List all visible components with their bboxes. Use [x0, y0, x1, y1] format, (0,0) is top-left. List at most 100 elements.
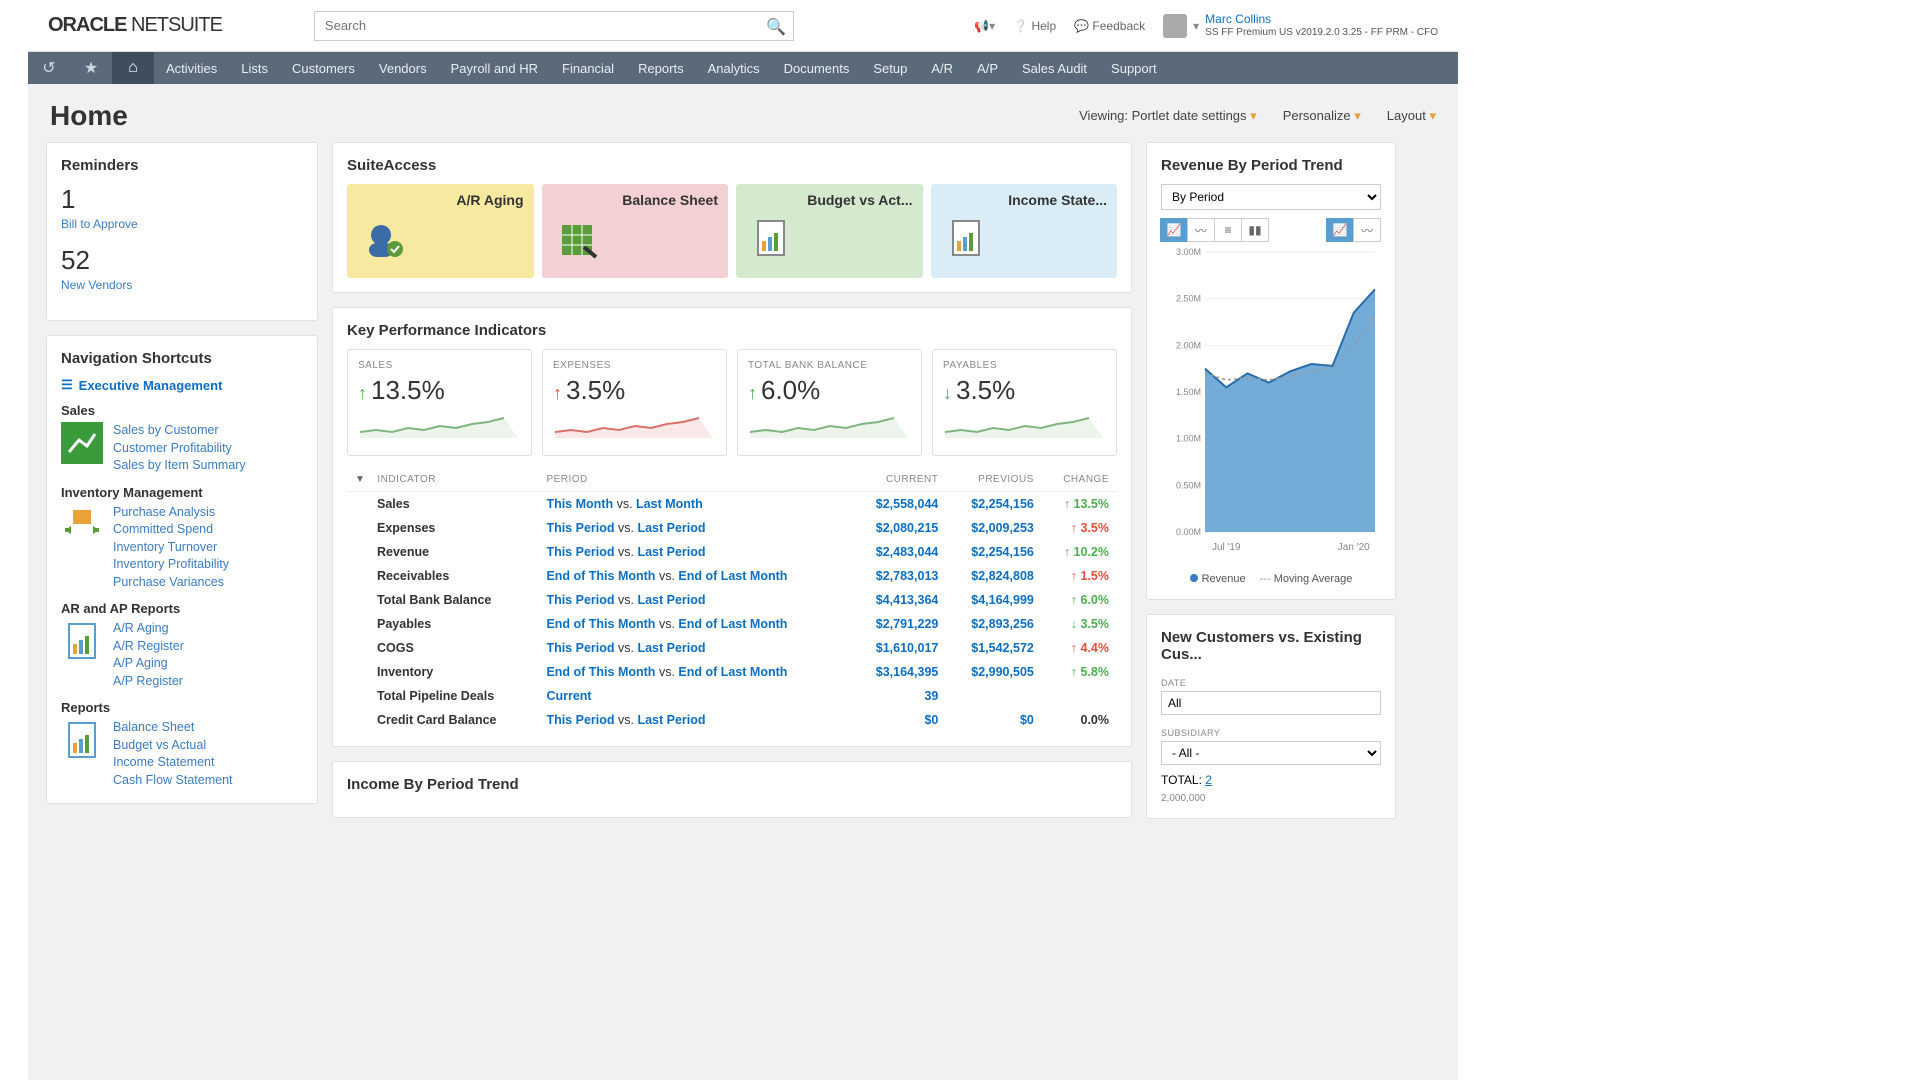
nav-a-r[interactable]: A/R: [919, 52, 965, 84]
shortcut-link[interactable]: Customer Profitability: [113, 440, 246, 458]
shortcut-link[interactable]: Budget vs Actual: [113, 737, 233, 755]
income-title: Income By Period Trend: [347, 776, 1117, 793]
shortcut-link[interactable]: Inventory Turnover: [113, 539, 229, 557]
nav-support[interactable]: Support: [1099, 52, 1169, 84]
kpi-row[interactable]: Credit Card BalanceThis Period vs. Last …: [347, 708, 1117, 732]
shortcut-link[interactable]: A/P Aging: [113, 655, 184, 673]
star-icon[interactable]: ★: [70, 52, 112, 84]
chart-type-line[interactable]: 〰: [1187, 218, 1215, 242]
search-icon[interactable]: 🔍: [766, 17, 786, 37]
reminder-item[interactable]: 1Bill to Approve: [61, 184, 303, 233]
personalize-dropdown[interactable]: Personalize ▾: [1283, 108, 1361, 124]
shortcut-link[interactable]: A/R Register: [113, 638, 184, 656]
tile-balance-sheet[interactable]: Balance Sheet: [542, 184, 729, 278]
kpi-card[interactable]: PAYABLES↓3.5%: [932, 349, 1117, 456]
nav-sales-audit[interactable]: Sales Audit: [1010, 52, 1099, 84]
viewing-dropdown[interactable]: Viewing: Portlet date settings ▾: [1079, 108, 1257, 124]
shortcut-section: Sales: [61, 403, 303, 418]
svg-text:1.50M: 1.50M: [1176, 387, 1201, 397]
help-link[interactable]: ❔ Help: [1013, 19, 1056, 33]
kpi-card[interactable]: SALES↑13.5%: [347, 349, 532, 456]
svg-text:2.00M: 2.00M: [1176, 340, 1201, 350]
kpi-card[interactable]: EXPENSES↑3.5%: [542, 349, 727, 456]
recent-icon[interactable]: ↺: [28, 52, 70, 84]
kpi-card[interactable]: TOTAL BANK BALANCE↑6.0%: [737, 349, 922, 456]
date-input[interactable]: [1161, 691, 1381, 715]
kpi-row[interactable]: ExpensesThis Period vs. Last Period$2,08…: [347, 516, 1117, 540]
kpi-row[interactable]: InventoryEnd of This Month vs. End of La…: [347, 660, 1117, 684]
svg-text:0.50M: 0.50M: [1176, 480, 1201, 490]
kpi-col: PREVIOUS: [946, 468, 1042, 492]
shortcut-link[interactable]: Purchase Analysis: [113, 504, 229, 522]
nav-setup[interactable]: Setup: [861, 52, 919, 84]
chart-style-1[interactable]: 📈: [1326, 218, 1354, 242]
feedback-link[interactable]: 💬 Feedback: [1074, 19, 1145, 33]
axis-tick: 2,000,000: [1161, 793, 1381, 804]
section-icon: [61, 422, 103, 464]
search-input[interactable]: [314, 11, 794, 41]
suiteaccess-portlet: SuiteAccess A/R AgingBalance SheetBudget…: [332, 142, 1132, 293]
tile-budget-vs-act---[interactable]: Budget vs Act...: [736, 184, 923, 278]
revenue-title: Revenue By Period Trend: [1161, 157, 1381, 174]
chart-type-area[interactable]: 📈: [1160, 218, 1188, 242]
newcust-title: New Customers vs. Existing Cus...: [1161, 629, 1381, 663]
shortcut-link[interactable]: Inventory Profitability: [113, 556, 229, 574]
shortcut-link[interactable]: A/R Aging: [113, 620, 184, 638]
reminders-portlet: Reminders 1Bill to Approve52New Vendors: [46, 142, 318, 321]
shortcut-link[interactable]: Committed Spend: [113, 521, 229, 539]
tile-income-state---[interactable]: Income State...: [931, 184, 1118, 278]
total-link[interactable]: 2: [1205, 773, 1212, 787]
shortcut-link[interactable]: Sales by Item Summary: [113, 457, 246, 475]
main-nav: ↺ ★ ⌂ ActivitiesListsCustomersVendorsPay…: [28, 52, 1458, 84]
chart-style-2[interactable]: 〰: [1353, 218, 1381, 242]
kpi-col: CURRENT: [851, 468, 947, 492]
section-icon: [61, 620, 103, 662]
nav-reports[interactable]: Reports: [626, 52, 696, 84]
announce-icon[interactable]: 📢▾: [974, 19, 995, 33]
kpi-row[interactable]: SalesThis Month vs. Last Month$2,558,044…: [347, 492, 1117, 517]
kpi-row[interactable]: PayablesEnd of This Month vs. End of Las…: [347, 612, 1117, 636]
shortcut-link[interactable]: Sales by Customer: [113, 422, 246, 440]
kpi-row[interactable]: Total Bank BalanceThis Period vs. Last P…: [347, 588, 1117, 612]
tile-a-r-aging[interactable]: A/R Aging: [347, 184, 534, 278]
user-menu[interactable]: ▾ Marc Collins SS FF Premium US v2019.2.…: [1163, 13, 1438, 37]
nav-documents[interactable]: Documents: [772, 52, 862, 84]
nav-payroll-and-hr[interactable]: Payroll and HR: [439, 52, 550, 84]
reminder-item[interactable]: 52New Vendors: [61, 245, 303, 294]
nav-vendors[interactable]: Vendors: [367, 52, 439, 84]
layout-dropdown[interactable]: Layout ▾: [1387, 108, 1436, 124]
nav-lists[interactable]: Lists: [229, 52, 280, 84]
shortcut-section: AR and AP Reports: [61, 601, 303, 616]
shortcut-link[interactable]: Cash Flow Statement: [113, 772, 233, 790]
shortcut-section: Inventory Management: [61, 485, 303, 500]
shortcuts-title: Navigation Shortcuts: [61, 350, 303, 367]
kpi-row[interactable]: COGSThis Period vs. Last Period$1,610,01…: [347, 636, 1117, 660]
user-role: SS FF Premium US v2019.2.0 3.25 - FF PRM…: [1205, 27, 1438, 38]
period-select[interactable]: By Period: [1161, 184, 1381, 210]
shortcut-link[interactable]: Income Statement: [113, 754, 233, 772]
kpi-table: ▼INDICATORPERIODCURRENTPREVIOUSCHANGE Sa…: [347, 468, 1117, 732]
shortcut-link[interactable]: Balance Sheet: [113, 719, 233, 737]
kpi-row[interactable]: RevenueThis Period vs. Last Period$2,483…: [347, 540, 1117, 564]
nav-analytics[interactable]: Analytics: [696, 52, 772, 84]
shortcut-link[interactable]: Purchase Variances: [113, 574, 229, 592]
nav-customers[interactable]: Customers: [280, 52, 367, 84]
kpi-row[interactable]: Total Pipeline DealsCurrent39: [347, 684, 1117, 708]
chart-type-list[interactable]: ≡: [1214, 218, 1242, 242]
kpi-row[interactable]: ReceivablesEnd of This Month vs. End of …: [347, 564, 1117, 588]
kpi-portlet: Key Performance Indicators SALES↑13.5%EX…: [332, 307, 1132, 747]
chart-type-bar[interactable]: ▮▮: [1241, 218, 1269, 242]
nav-financial[interactable]: Financial: [550, 52, 626, 84]
shortcut-link[interactable]: A/P Register: [113, 673, 184, 691]
svg-text:Jan '20: Jan '20: [1338, 542, 1370, 553]
nav-a-p[interactable]: A/P: [965, 52, 1010, 84]
home-icon[interactable]: ⌂: [112, 52, 154, 84]
subsidiary-select[interactable]: - All -: [1161, 741, 1381, 765]
kpi-col: PERIOD: [538, 468, 850, 492]
nav-activities[interactable]: Activities: [154, 52, 229, 84]
header: ORACLE NETSUITE 🔍 📢▾ ❔ Help 💬 Feedback ▾…: [28, 0, 1458, 52]
chart-legend: Revenue --- Moving Average: [1161, 573, 1381, 585]
date-label: DATE: [1161, 678, 1186, 688]
exec-management-link[interactable]: ☰Executive Management: [61, 377, 303, 393]
shortcuts-portlet: Navigation Shortcuts ☰Executive Manageme…: [46, 335, 318, 804]
